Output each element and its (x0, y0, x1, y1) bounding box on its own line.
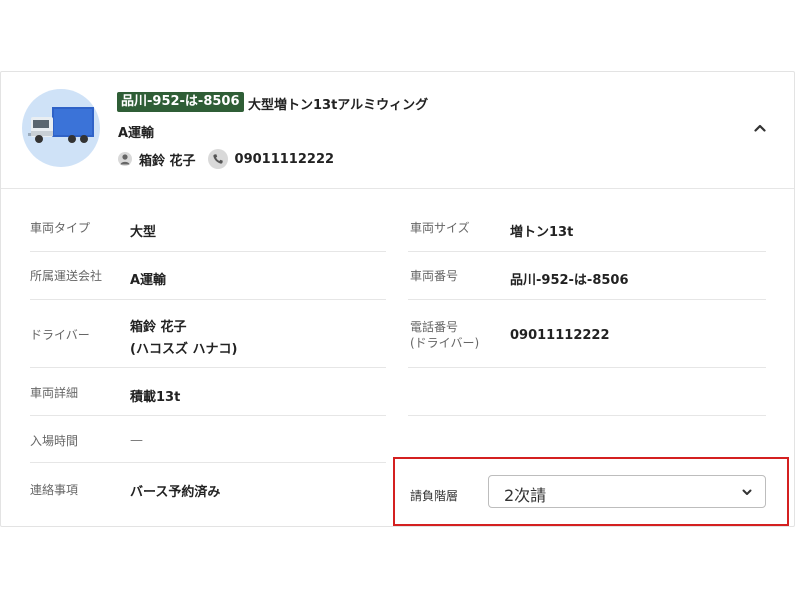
divider (408, 415, 766, 416)
chevron-up-icon (754, 124, 766, 132)
vehicle-number-label: 車両番号 (410, 269, 459, 283)
highlight-box (393, 457, 789, 526)
divider (30, 299, 386, 300)
vehicle-number-value: 品川-952-は-8506 (510, 273, 629, 288)
entry-time-label: 入場時間 (30, 434, 79, 448)
company-name: A運輸 (118, 126, 155, 141)
divider (30, 415, 386, 416)
driver-name-value: 箱鈴 花子 (130, 320, 187, 335)
phone-label: 電話番号 (410, 320, 459, 334)
divider (408, 367, 766, 368)
plate-badge: 品川-952-は-8506 (117, 92, 244, 112)
carrier-label: 所属運送会社 (30, 269, 103, 283)
collapse-button[interactable] (752, 120, 768, 136)
driver-contact-row: 箱鈴 花子 09011112222 (118, 149, 334, 169)
driver-kana-value: (ハコスズ ハナコ) (130, 342, 238, 357)
truck-image (22, 89, 100, 167)
entry-time-value: — (130, 433, 143, 448)
carrier-value: A運輸 (130, 273, 167, 288)
divider (408, 251, 766, 252)
vehicle-name: 大型増トン13tアルミウィング (248, 98, 429, 113)
vehicle-card-header: 品川-952-は-8506 大型増トン13tアルミウィング A運輸 箱鈴 花子 … (1, 72, 794, 189)
notes-label: 連絡事項 (30, 483, 79, 497)
person-icon (118, 152, 132, 166)
phone-icon (207, 149, 228, 169)
phone-label-sub: (ドライバー) (410, 336, 480, 350)
divider (408, 299, 766, 300)
vehicle-detail-label: 車両詳細 (30, 386, 79, 400)
divider (30, 251, 386, 252)
divider (30, 367, 386, 368)
driver-phone: 09011112222 (234, 151, 335, 167)
notes-value: バース予約済み (130, 485, 221, 500)
vehicle-size-value: 増トン13t (510, 225, 574, 240)
driver-name: 箱鈴 花子 (139, 153, 196, 169)
divider (30, 462, 386, 463)
vehicle-detail-value: 積載13t (130, 390, 181, 405)
phone-value: 09011112222 (510, 328, 610, 343)
vehicle-type-value: 大型 (130, 225, 157, 240)
vehicle-size-label: 車両サイズ (410, 221, 470, 235)
driver-label: ドライバー (30, 328, 90, 342)
vehicle-type-label: 車両タイプ (30, 221, 91, 235)
